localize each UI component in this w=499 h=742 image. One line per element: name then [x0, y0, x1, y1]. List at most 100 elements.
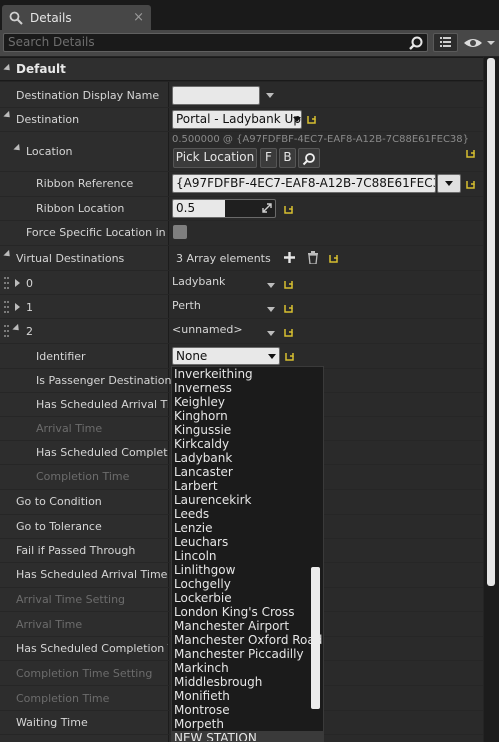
dropdown-option[interactable]: Linlithgow [172, 563, 323, 577]
details-scrollbar-thumb[interactable] [487, 58, 495, 586]
ribbon-reference-select[interactable]: {A97FDFBF-4EC7-EAF8-A12B-7C88E61FEC38} [172, 174, 436, 193]
array-elements-count: 3 Array elements [176, 252, 271, 265]
force-specific-location-checkbox[interactable] [173, 225, 187, 239]
search-icon[interactable] [408, 35, 424, 51]
dropdown-option[interactable]: Lenzie [172, 521, 323, 535]
find-location-button[interactable] [298, 148, 320, 168]
go-to-condition-label: Go to Condition [16, 495, 102, 508]
chevron-down-icon[interactable] [267, 331, 275, 336]
row-divider [0, 245, 483, 246]
destination-select[interactable]: Portal - Ladybank Up [172, 110, 302, 129]
add-icon[interactable] [284, 252, 295, 263]
destination-label: Destination [16, 113, 80, 126]
destination-display-name-field[interactable] [172, 86, 260, 105]
search-placeholder: Search Details [8, 35, 95, 49]
visibility-button[interactable] [462, 34, 496, 52]
dropdown-option[interactable]: Keighley [172, 395, 323, 409]
ribbon-reference-value: {A97FDFBF-4EC7-EAF8-A12B-7C88E61FEC38} [176, 176, 436, 190]
row-divider [0, 220, 483, 221]
row-divider [0, 343, 483, 344]
identifier-dropdown-list[interactable]: Inverkeithing Inverness Keighley Kinghorn Ki… [171, 366, 324, 742]
reset-to-default-icon[interactable] [284, 303, 293, 313]
expand-arrows-icon [262, 203, 272, 213]
dropdown-option[interactable]: Leeds [172, 507, 323, 521]
dropdown-option[interactable]: Lochgelly [172, 577, 323, 591]
dropdown-option[interactable]: Manchester Oxford Road [172, 633, 323, 647]
reset-to-default-icon[interactable] [307, 114, 316, 124]
search-input[interactable]: Search Details [3, 33, 428, 52]
dropdown-option[interactable]: Montrose [172, 703, 323, 717]
array-element-2-value[interactable]: <unnamed> [172, 323, 243, 336]
dropdown-option[interactable]: Manchester Airport [172, 619, 323, 633]
dropdown-option[interactable]: Morpeth [172, 717, 323, 731]
ribbon-location-slider[interactable]: 0.5 [172, 199, 276, 218]
array-element-0-value[interactable]: Ladybank [172, 275, 225, 288]
is-passenger-destination-label: Is Passenger Destination [36, 374, 172, 387]
ribbon-reference-dropdown-button[interactable] [437, 174, 461, 193]
collapse-arrow-icon[interactable] [15, 279, 20, 287]
chevron-down-icon[interactable] [266, 93, 274, 98]
drag-handle-icon[interactable] [4, 325, 9, 338]
arrival-time-label: Arrival Time [16, 618, 83, 631]
drag-handle-icon[interactable] [4, 301, 9, 314]
dropdown-option[interactable]: Kinghorn [172, 409, 323, 423]
dropdown-option[interactable]: Leuchars [172, 535, 323, 549]
chevron-down-icon [293, 117, 301, 122]
dropdown-option[interactable]: Markinch [172, 661, 323, 675]
dropdown-option[interactable]: Lincoln [172, 549, 323, 563]
pick-location-button[interactable]: Pick Location [173, 148, 257, 168]
f-button[interactable]: F [260, 148, 277, 168]
destination-value: Portal - Ladybank Up [176, 112, 301, 126]
dropdown-option[interactable]: London King's Cross [172, 605, 323, 619]
dropdown-option[interactable]: Inverkeithing [172, 367, 323, 381]
dropdown-option[interactable]: NEW STATION [172, 731, 323, 741]
column-splitter[interactable] [168, 82, 169, 742]
chevron-down-icon[interactable] [267, 283, 275, 288]
row-divider [0, 171, 483, 172]
identifier-select[interactable]: None [172, 347, 280, 365]
location-guid: 0.500000 @ {A97FDFBF-4EC7-EAF8-A12B-7C88… [172, 134, 470, 145]
category-default[interactable]: Default [0, 57, 483, 81]
dropdown-option[interactable]: Lancaster [172, 465, 323, 479]
row-divider [0, 107, 483, 108]
dropdown-option[interactable]: Monifieth [172, 689, 323, 703]
reset-to-default-icon[interactable] [285, 351, 294, 361]
dropdown-option[interactable]: Inverness [172, 381, 323, 395]
reset-to-default-icon[interactable] [284, 279, 293, 289]
dropdown-option[interactable]: Laurencekirk [172, 493, 323, 507]
reset-to-default-icon[interactable] [284, 204, 293, 214]
virtual-destinations-label: Virtual Destinations [16, 252, 125, 265]
reset-to-default-icon[interactable] [466, 148, 475, 158]
tab-label: Details [30, 10, 72, 25]
dropdown-option[interactable]: Kirkcaldy [172, 437, 323, 451]
chevron-down-icon[interactable] [267, 307, 275, 312]
dropdown-items: Inverkeithing Inverness Keighley Kinghorn Ki… [172, 367, 323, 741]
drag-handle-icon[interactable] [4, 277, 9, 290]
reset-to-default-icon[interactable] [284, 327, 293, 337]
reset-to-default-icon[interactable] [466, 179, 475, 189]
arrival-time-label: Arrival Time [36, 422, 103, 435]
dropdown-option[interactable]: Ladybank [172, 451, 323, 465]
reset-to-default-icon[interactable] [329, 253, 338, 263]
magnifier-icon [9, 11, 23, 25]
view-options-button[interactable] [433, 33, 458, 52]
dropdown-option[interactable]: Kingussie [172, 423, 323, 437]
row-divider [0, 294, 483, 295]
close-icon[interactable]: × [133, 10, 144, 25]
location-label: Location [26, 145, 73, 158]
tab-details[interactable]: Details × [2, 5, 151, 30]
trash-icon[interactable] [307, 251, 319, 264]
dropdown-scrollbar-thumb[interactable] [311, 567, 320, 709]
dropdown-option[interactable]: Larbert [172, 479, 323, 493]
array-element-1-value[interactable]: Perth [172, 299, 201, 312]
dropdown-option[interactable]: Middlesbrough [172, 675, 323, 689]
collapse-arrow-icon[interactable] [15, 303, 20, 311]
ribbon-reference-label: Ribbon Reference [36, 177, 134, 190]
category-label: Default [16, 62, 66, 76]
dropdown-option[interactable]: Lockerbie [172, 591, 323, 605]
b-button[interactable]: B [279, 148, 296, 168]
array-element-0-label: 0 [26, 277, 33, 290]
row-divider [0, 131, 483, 132]
ribbon-location-value: 0.5 [176, 201, 196, 215]
dropdown-option[interactable]: Manchester Piccadilly [172, 647, 323, 661]
